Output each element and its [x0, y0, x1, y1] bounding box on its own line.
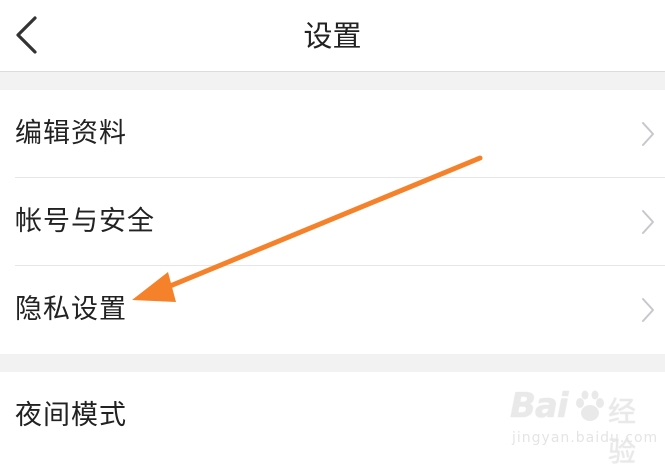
settings-item-edit-profile[interactable]: 编辑资料 [0, 90, 665, 178]
back-button[interactable] [6, 10, 50, 60]
chevron-right-icon [641, 209, 655, 235]
chevron-right-icon [641, 121, 655, 147]
settings-item-night-mode[interactable]: 夜间模式 [0, 372, 665, 460]
chevron-right-icon [641, 297, 655, 323]
settings-group-account: 编辑资料 帐号与安全 隐私设置 [0, 90, 665, 354]
page-title: 设置 [303, 19, 362, 53]
chevron-left-icon [6, 10, 50, 60]
settings-item-label: 编辑资料 [15, 118, 127, 149]
settings-item-privacy[interactable]: 隐私设置 [0, 266, 665, 354]
settings-item-label: 隐私设置 [15, 294, 127, 325]
settings-item-label: 帐号与安全 [15, 206, 155, 237]
settings-item-account-security[interactable]: 帐号与安全 [0, 178, 665, 266]
settings-group-display: 夜间模式 [0, 372, 665, 469]
settings-screen: 设置 编辑资料 帐号与安全 隐私设置 夜间模式 Bai 经验 jingyan.b… [0, 0, 665, 469]
nav-bar: 设置 [0, 0, 665, 72]
settings-item-label: 夜间模式 [15, 400, 127, 431]
